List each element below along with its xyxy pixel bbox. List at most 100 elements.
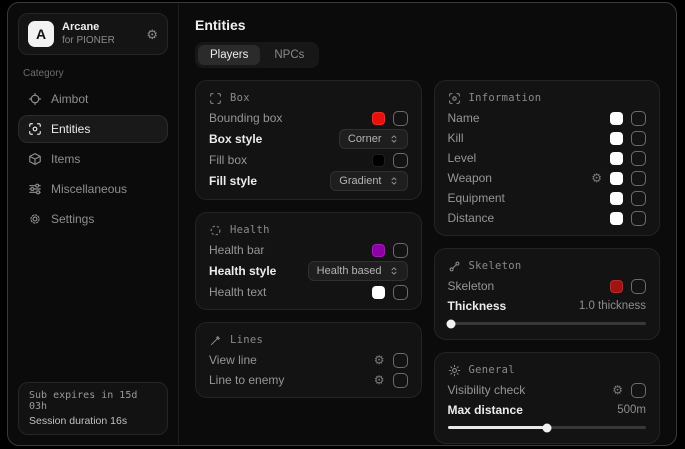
main-content: Entities PlayersNPCs BoxBounding boxBox …	[179, 3, 676, 445]
line-to-enemy-row: Line to enemy ⚙	[209, 371, 408, 389]
max-distance-slider[interactable]	[448, 423, 647, 432]
app-window: A Arcane for PIONER ⚙ Category Aimbot Ent…	[7, 2, 677, 446]
setting-label: Skeleton	[448, 279, 495, 293]
equipment-color-swatch[interactable]	[610, 192, 623, 205]
scan-eye-icon	[28, 122, 42, 136]
caret-sort-icon	[389, 176, 399, 186]
sliders-icon	[28, 182, 42, 196]
health-text-color-swatch[interactable]	[372, 286, 385, 299]
brand-name: Arcane	[62, 21, 138, 35]
select-value: Gradient	[339, 175, 381, 187]
sidebar-item-miscellaneous[interactable]: Miscellaneous	[18, 175, 168, 203]
box-style-select[interactable]: Corner	[339, 129, 408, 149]
brand-card: A Arcane for PIONER ⚙	[18, 13, 168, 55]
fill-box-color-swatch[interactable]	[372, 154, 385, 167]
level-color-swatch[interactable]	[610, 152, 623, 165]
distance-row: Distance	[448, 209, 647, 227]
bounding-box-controls	[372, 111, 408, 126]
weapon-color-swatch[interactable]	[610, 172, 623, 185]
panel-lines: LinesView line⚙Line to enemy⚙	[195, 322, 422, 398]
fill-style-select[interactable]: Gradient	[330, 171, 407, 191]
level-checkbox[interactable]	[631, 151, 646, 166]
slider-fill	[448, 426, 547, 429]
visibility-check-row: Visibility check ⚙	[448, 381, 647, 399]
gear-icon[interactable]: ⚙	[374, 354, 385, 366]
health-text-row: Health text	[209, 283, 408, 301]
slider-thumb[interactable]	[447, 319, 456, 328]
skeleton-checkbox[interactable]	[631, 279, 646, 294]
name-row: Name	[448, 109, 647, 127]
weapon-controls: ⚙	[591, 171, 646, 186]
scan-eye-icon	[448, 92, 461, 105]
panel-title: Box	[230, 92, 250, 104]
panel-title: Information	[469, 92, 542, 104]
gear-icon[interactable]: ⚙	[591, 172, 602, 184]
distance-color-swatch[interactable]	[610, 212, 623, 225]
visibility-check-checkbox[interactable]	[631, 383, 646, 398]
health-bar-checkbox[interactable]	[393, 243, 408, 258]
skeleton-color-swatch[interactable]	[610, 280, 623, 293]
slider-track	[448, 322, 647, 325]
gear-icon[interactable]: ⚙	[146, 28, 158, 41]
slider-thumb[interactable]	[542, 423, 551, 432]
tab-npcs[interactable]: NPCs	[262, 45, 316, 65]
setting-label: Name	[448, 111, 480, 125]
setting-label: Visibility check	[448, 383, 526, 397]
view-line-checkbox[interactable]	[393, 353, 408, 368]
sidebar-item-items[interactable]: Items	[18, 145, 168, 173]
fill-box-checkbox[interactable]	[393, 153, 408, 168]
weapon-checkbox[interactable]	[631, 171, 646, 186]
health-text-checkbox[interactable]	[393, 285, 408, 300]
setting-label: Fill box	[209, 153, 247, 167]
setting-label: Equipment	[448, 191, 505, 205]
category-label: Category	[23, 68, 163, 79]
session-duration-text: Session duration 16s	[29, 415, 157, 427]
gear-icon[interactable]: ⚙	[374, 374, 385, 386]
brand-text: Arcane for PIONER	[62, 21, 138, 47]
thickness-slider[interactable]	[448, 319, 647, 328]
equipment-row: Equipment	[448, 189, 647, 207]
fill-style-controls: Gradient	[330, 171, 407, 191]
name-color-swatch[interactable]	[610, 112, 623, 125]
kill-checkbox[interactable]	[631, 131, 646, 146]
health-style-select[interactable]: Health based	[308, 261, 408, 281]
sidebar-item-entities[interactable]: Entities	[18, 115, 168, 143]
sidebar-item-settings[interactable]: Settings	[18, 205, 168, 233]
health-text-controls	[372, 285, 408, 300]
panel-health-header: Health	[209, 221, 408, 239]
bone-icon	[448, 260, 461, 273]
gear-icon[interactable]: ⚙	[612, 384, 623, 396]
thickness-row: Thickness1.0 thickness	[448, 297, 647, 315]
equipment-controls	[610, 191, 646, 206]
sidebar-item-aimbot[interactable]: Aimbot	[18, 85, 168, 113]
panel-information: InformationNameKillLevelWeapon⚙Equipment…	[434, 80, 661, 236]
sub-expires-text: Sub expires in 15d 03h	[29, 390, 157, 412]
dashed-circle-icon	[209, 224, 222, 237]
gear-icon	[28, 212, 42, 226]
name-controls	[610, 111, 646, 126]
panel-skeleton: SkeletonSkeletonThickness1.0 thickness	[434, 248, 661, 340]
panel-health: HealthHealth barHealth styleHealth based…	[195, 212, 422, 310]
max-distance-row: Max distance500m	[448, 401, 647, 419]
view-line-controls: ⚙	[374, 353, 408, 368]
box-style-controls: Corner	[339, 129, 408, 149]
panel-title: Lines	[230, 334, 263, 346]
health-style-row: Health styleHealth based	[209, 261, 408, 281]
panel-column-2: InformationNameKillLevelWeapon⚙Equipment…	[434, 80, 661, 444]
fill-box-row: Fill box	[209, 151, 408, 169]
sidebar-item-label: Aimbot	[51, 92, 88, 106]
equipment-checkbox[interactable]	[631, 191, 646, 206]
sun-icon	[448, 364, 461, 377]
bounding-box-checkbox[interactable]	[393, 111, 408, 126]
name-checkbox[interactable]	[631, 111, 646, 126]
setting-label: Kill	[448, 131, 464, 145]
kill-color-swatch[interactable]	[610, 132, 623, 145]
setting-label: Box style	[209, 132, 262, 146]
health-bar-color-swatch[interactable]	[372, 244, 385, 257]
tab-players[interactable]: Players	[198, 45, 260, 65]
distance-checkbox[interactable]	[631, 211, 646, 226]
setting-label: Line to enemy	[209, 373, 284, 387]
line-to-enemy-checkbox[interactable]	[393, 373, 408, 388]
bounding-box-color-swatch[interactable]	[372, 112, 385, 125]
panel-box-header: Box	[209, 89, 408, 107]
